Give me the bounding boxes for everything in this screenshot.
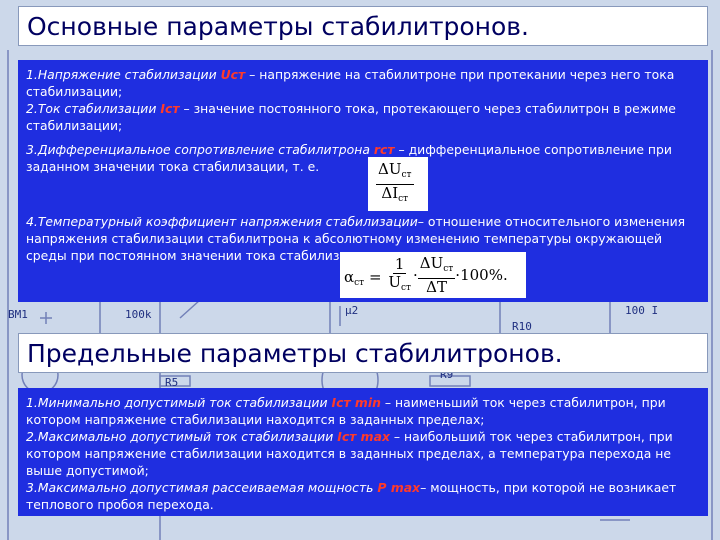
param-lead: 3.Дифференциальное сопротивление стабили…: [26, 142, 370, 157]
param-item: 1.Напряжение стабилизации Uст – напряжен…: [26, 66, 700, 100]
main-params-panel: 1.Напряжение стабилизации Uст – напряжен…: [18, 60, 708, 302]
param-lead: 2.Ток стабилизации: [26, 101, 157, 116]
limit-item: 2.Максимально допустимый ток стабилизаци…: [26, 428, 700, 479]
param-symbol: Iст: [160, 101, 180, 116]
limit-lead: 1.Минимально допустимый ток стабилизации: [26, 395, 328, 410]
param-item: 3.Дифференциальное сопротивление стабили…: [26, 141, 686, 175]
param-symbol: Uст: [220, 67, 246, 82]
temp-coefficient-formula: αст = 1 Uст · ΔUст ΔT ·100%.: [340, 252, 526, 298]
param-item: 2.Ток стабилизации Iст – значение постоя…: [26, 100, 700, 134]
limit-symbol: Iст max: [337, 429, 390, 444]
limit-item: 1.Минимально допустимый ток стабилизации…: [26, 394, 700, 428]
limit-params-title: Предельные параметры стабилитронов.: [18, 333, 708, 373]
bg-label: μ2: [345, 304, 359, 317]
limit-lead: 3.Максимально допустимая рассеиваемая мо…: [26, 480, 374, 495]
bg-label: BM1: [8, 308, 28, 321]
main-params-title: Основные параметры стабилитронов.: [18, 6, 708, 46]
bg-label: 100k: [125, 308, 152, 321]
limit-symbol: Iст min: [331, 395, 381, 410]
diff-resistance-formula: ΔUст ΔIст: [368, 157, 428, 211]
limit-item: 3.Максимально допустимая рассеиваемая мо…: [26, 479, 700, 513]
param-lead: 4.Температурный коэффициент напряжения с…: [26, 214, 418, 229]
limit-lead: 2.Максимально допустимый ток стабилизаци…: [26, 429, 334, 444]
bg-label: 100 I: [625, 304, 659, 317]
bg-label: R10: [512, 320, 532, 333]
param-symbol: rст: [373, 142, 395, 157]
param-lead: 1.Напряжение стабилизации: [26, 67, 217, 82]
limit-symbol: P max: [377, 480, 421, 495]
limit-params-panel: 1.Минимально допустимый ток стабилизации…: [18, 388, 708, 516]
